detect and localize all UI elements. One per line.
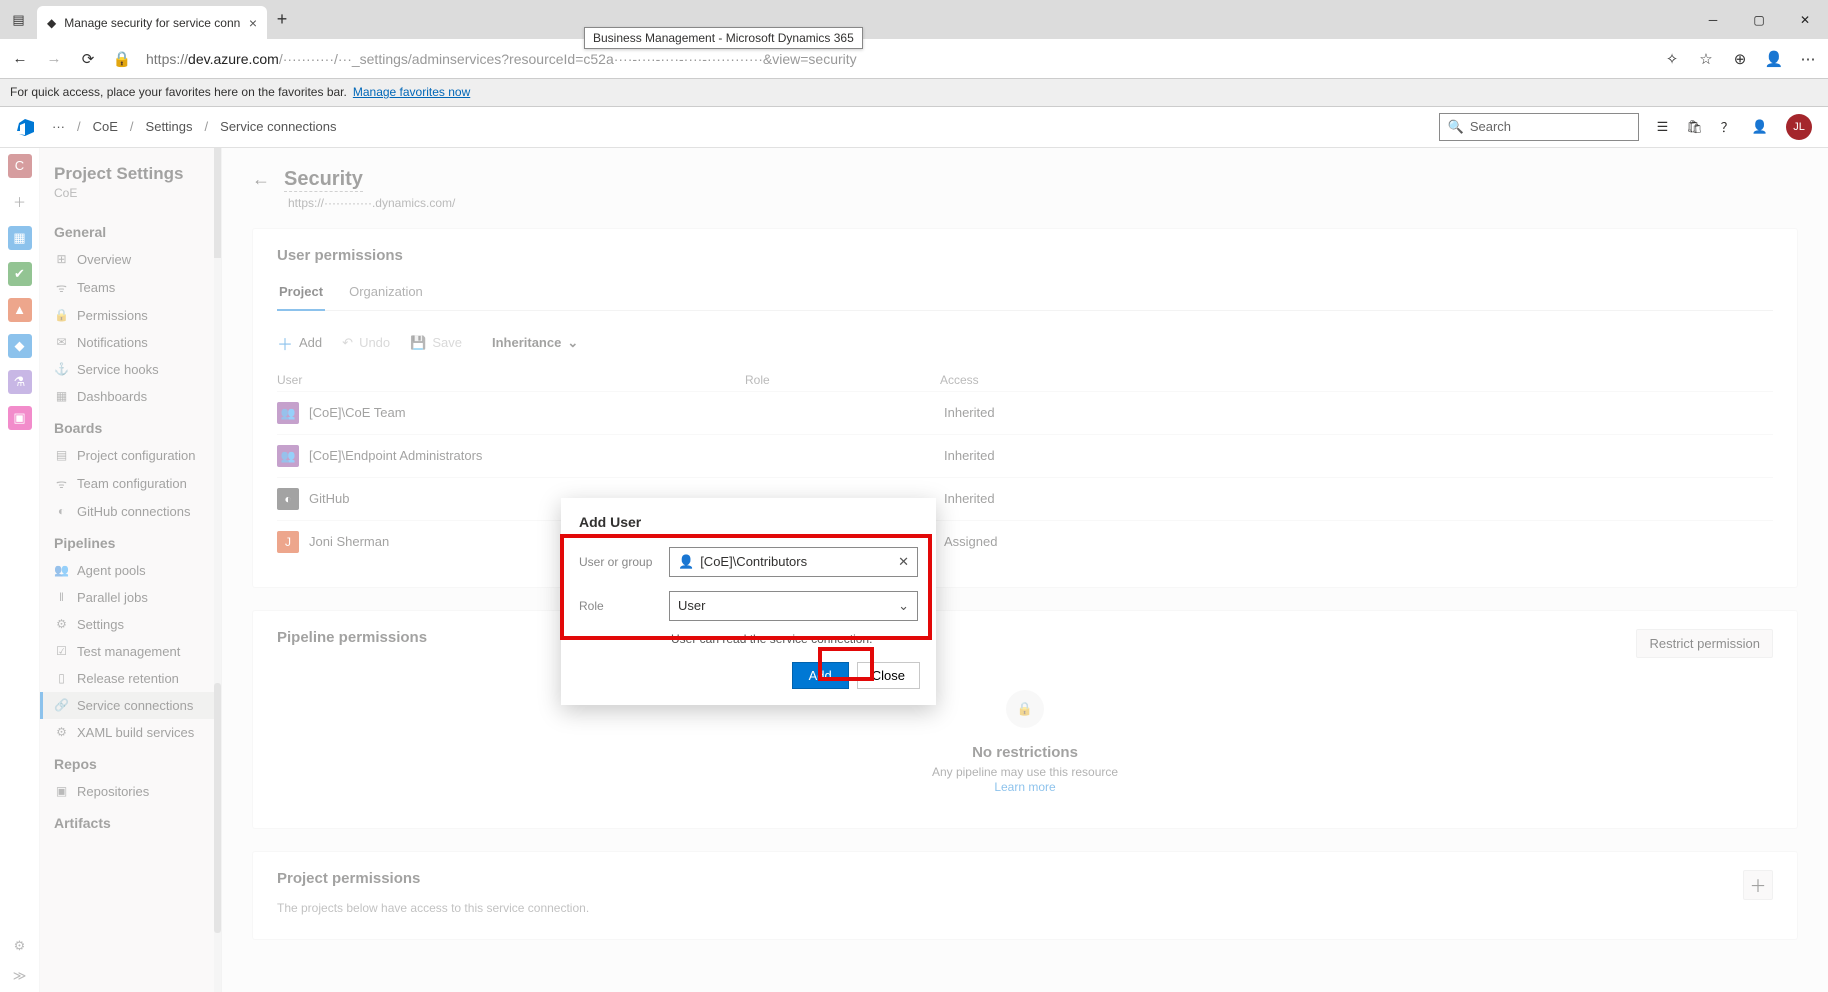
help-icon[interactable]: ？ bbox=[1721, 117, 1734, 136]
add-user-dialog: Add User User or group 👤 [CoE]\Contribut… bbox=[561, 498, 936, 705]
breadcrumb-org[interactable]: ··· bbox=[52, 119, 65, 134]
tab-favicon: ◆ bbox=[47, 16, 56, 30]
url-field[interactable]: https://dev.azure.com/···········/···_se… bbox=[146, 51, 1648, 67]
shopping-icon[interactable]: 🛍 bbox=[1686, 119, 1703, 135]
url-tooltip: Business Management - Microsoft Dynamics… bbox=[584, 27, 863, 49]
site-info-icon[interactable]: 🔒 bbox=[112, 50, 132, 68]
dialog-close-button[interactable]: Close bbox=[857, 662, 920, 689]
breadcrumb-project[interactable]: CoE bbox=[93, 119, 118, 134]
clear-icon[interactable]: ✕ bbox=[898, 554, 909, 570]
window-close-icon[interactable]: ✕ bbox=[1782, 0, 1828, 39]
favorites-hint: For quick access, place your favorites h… bbox=[10, 85, 347, 99]
nav-refresh-icon[interactable]: ⟳ bbox=[78, 50, 98, 68]
favorite-icon[interactable]: ☆ bbox=[1696, 50, 1716, 68]
dialog-title: Add User bbox=[561, 498, 936, 536]
reader-icon[interactable]: ✧ bbox=[1662, 50, 1682, 68]
user-or-group-label: User or group bbox=[579, 555, 657, 569]
manage-favorites-link[interactable]: Manage favorites now bbox=[353, 85, 470, 99]
window-maximize-icon[interactable]: ▢ bbox=[1736, 0, 1782, 39]
list-icon[interactable]: ☰ bbox=[1657, 119, 1669, 135]
browser-tab[interactable]: ◆ Manage security for service conn × bbox=[37, 6, 267, 39]
browser-title-bar: ▤ ◆ Manage security for service conn × +… bbox=[0, 0, 1828, 39]
nav-forward-icon: → bbox=[44, 50, 64, 67]
breadcrumb: ···/ CoE/ Settings/ Service connections bbox=[52, 119, 337, 134]
role-label: Role bbox=[579, 599, 657, 613]
user-settings-icon[interactable]: 👤 bbox=[1752, 119, 1768, 135]
window-minimize-icon[interactable]: ─ bbox=[1690, 0, 1736, 39]
address-bar: ← → ⟳ 🔒 https://dev.azure.com/··········… bbox=[0, 39, 1828, 78]
breadcrumb-settings[interactable]: Settings bbox=[146, 119, 193, 134]
tab-title: Manage security for service conn bbox=[64, 16, 240, 30]
breadcrumb-service-connections[interactable]: Service connections bbox=[220, 119, 336, 134]
chevron-down-icon: ⌄ bbox=[898, 598, 909, 614]
azure-devops-logo-icon bbox=[16, 117, 36, 137]
search-input[interactable]: 🔍 Search bbox=[1439, 113, 1639, 141]
person-icon: 👤 bbox=[678, 554, 694, 570]
app-header: ···/ CoE/ Settings/ Service connections … bbox=[0, 107, 1828, 148]
role-select[interactable]: User ⌄ bbox=[669, 591, 918, 621]
user-or-group-input[interactable]: 👤 [CoE]\Contributors ✕ bbox=[669, 547, 918, 577]
edge-menu-icon[interactable]: ▤ bbox=[0, 0, 37, 39]
collections-icon[interactable]: ⊕ bbox=[1730, 50, 1750, 68]
tab-close-icon[interactable]: × bbox=[249, 15, 257, 31]
role-help-text: User can read the service connection. bbox=[579, 628, 918, 650]
dialog-add-button[interactable]: Add bbox=[792, 662, 849, 689]
avatar[interactable]: JL bbox=[1786, 114, 1812, 140]
more-icon[interactable]: ⋯ bbox=[1798, 50, 1818, 68]
favorites-bar: For quick access, place your favorites h… bbox=[0, 79, 1828, 107]
profile-icon[interactable]: 👤 bbox=[1764, 50, 1784, 68]
nav-back-icon[interactable]: ← bbox=[10, 50, 30, 67]
new-tab-button[interactable]: + bbox=[267, 0, 297, 39]
